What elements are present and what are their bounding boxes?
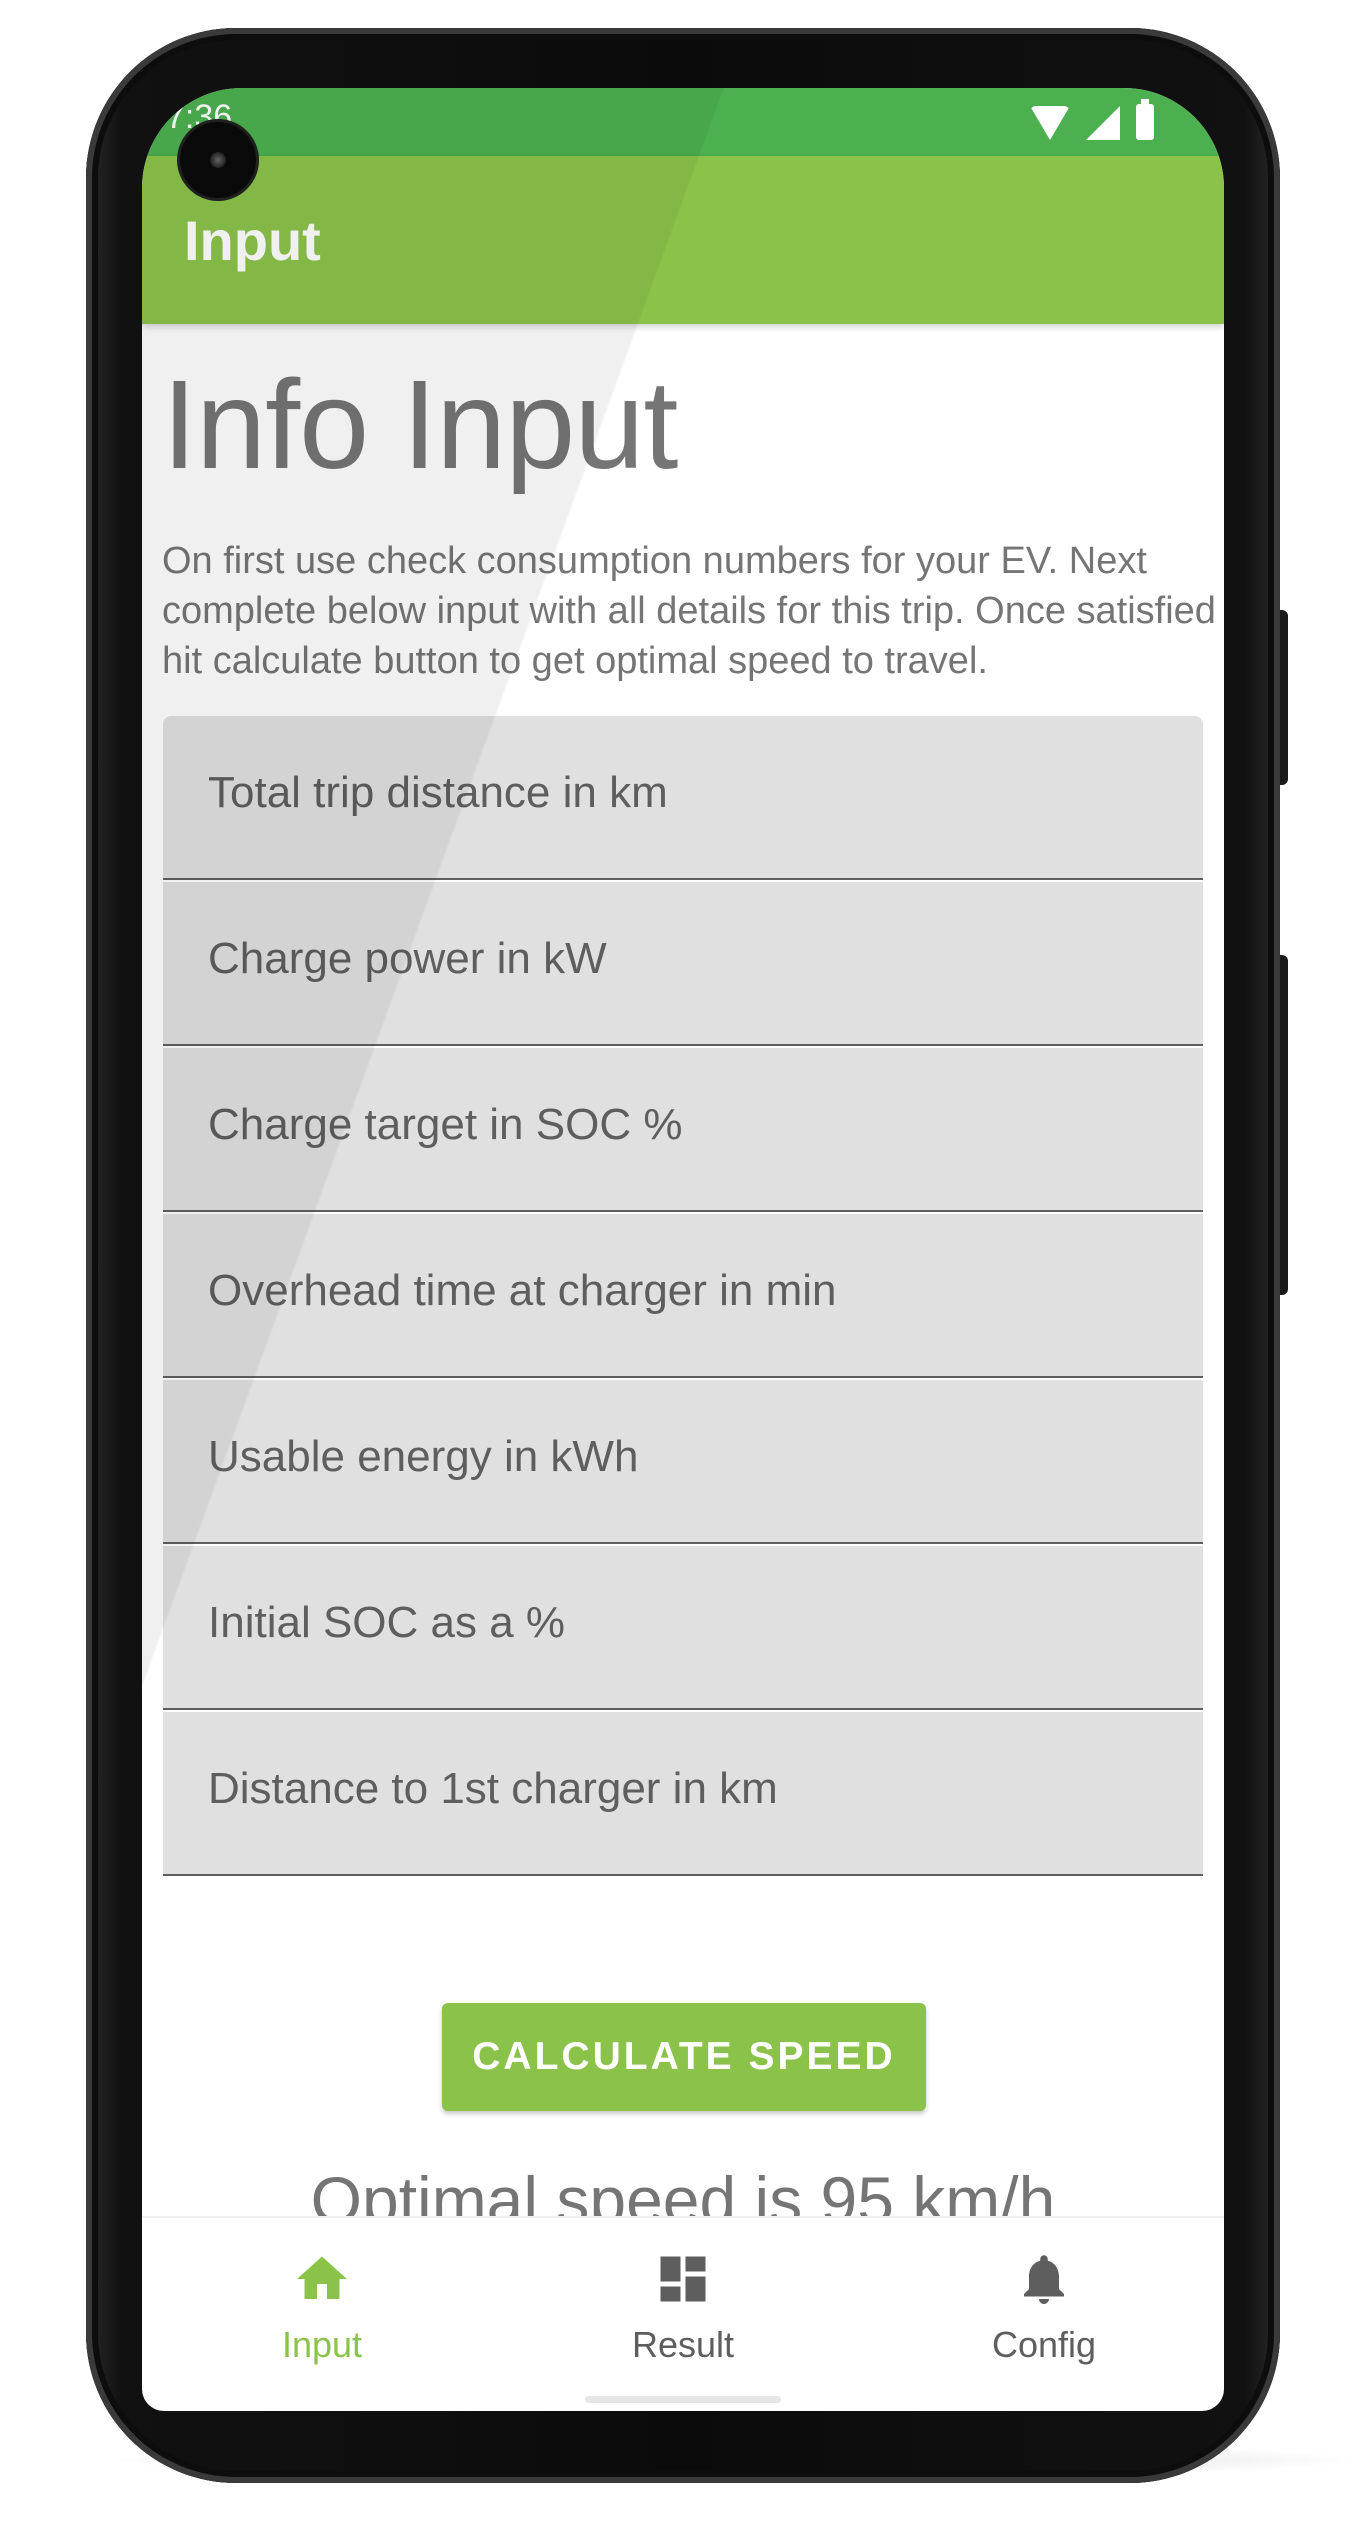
field-label: Total trip distance in km xyxy=(208,768,668,817)
home-indicator[interactable] xyxy=(585,2396,781,2403)
screen: 7:36 Input Info Input On first use check… xyxy=(142,88,1224,2411)
usable-energy-field[interactable]: Usable energy in kWh xyxy=(163,1380,1203,1544)
status-icons xyxy=(1030,99,1154,140)
nav-item-config[interactable]: Config xyxy=(864,2218,1224,2388)
first-charger-distance-field[interactable]: Distance to 1st charger in km xyxy=(163,1712,1203,1876)
field-label: Overhead time at charger in min xyxy=(208,1266,837,1315)
app-bar: Input xyxy=(142,156,1224,324)
bell-icon xyxy=(1024,2255,1064,2304)
home-icon xyxy=(297,2256,347,2299)
device-frame: 7:36 Input Info Input On first use check… xyxy=(0,0,1370,2534)
field-label: Usable energy in kWh xyxy=(208,1432,639,1481)
wifi-icon xyxy=(1030,106,1070,140)
field-label: Charge power in kW xyxy=(208,934,607,983)
nav-label: Config xyxy=(991,2324,1097,2365)
page-description: On first use check consumption numbers f… xyxy=(162,540,1216,682)
initial-soc-field[interactable]: Initial SOC as a % xyxy=(163,1546,1203,1710)
camera-lens xyxy=(210,152,226,168)
calculate-speed-button[interactable]: CALCULATE SPEED xyxy=(442,2003,926,2111)
field-label: Initial SOC as a % xyxy=(208,1598,566,1647)
page-title: Info Input xyxy=(162,354,678,495)
bottom-navigation: Input Result Config xyxy=(142,2216,1224,2388)
nav-label: Input xyxy=(281,2324,363,2365)
signal-icon xyxy=(1086,106,1120,140)
charge-power-field[interactable]: Charge power in kW xyxy=(163,882,1203,1046)
field-label: Distance to 1st charger in km xyxy=(208,1764,778,1813)
front-camera xyxy=(180,122,256,198)
trip-distance-field[interactable]: Total trip distance in km xyxy=(163,716,1203,880)
charge-target-field[interactable]: Charge target in SOC % xyxy=(163,1048,1203,1212)
app-bar-title: Input xyxy=(184,209,321,272)
nav-item-input[interactable]: Input xyxy=(142,2218,502,2388)
dashboard-icon xyxy=(660,2256,706,2302)
nav-label: Result xyxy=(631,2324,735,2365)
input-form: Total trip distance in km Charge power i… xyxy=(163,716,1203,1878)
overhead-time-field[interactable]: Overhead time at charger in min xyxy=(163,1214,1203,1378)
field-label: Charge target in SOC % xyxy=(208,1100,683,1149)
status-bar: 7:36 xyxy=(142,88,1224,156)
battery-icon xyxy=(1136,99,1154,140)
nav-item-result[interactable]: Result xyxy=(503,2218,863,2388)
